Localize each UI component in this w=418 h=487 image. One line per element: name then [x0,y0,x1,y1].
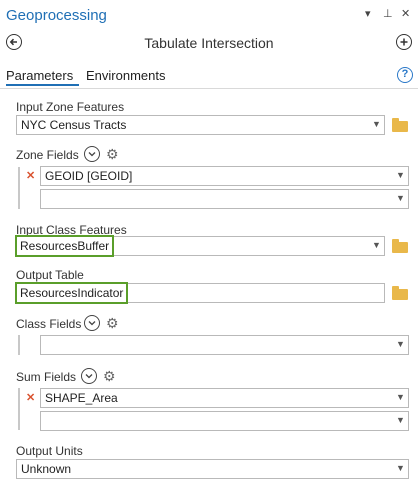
add-icon[interactable] [396,34,412,50]
remove-icon[interactable]: ✕ [26,169,35,182]
tool-title: Tabulate Intersection [144,35,274,51]
tab-active-indicator [6,84,79,86]
zone-fields-label: Zone Fields [16,148,79,162]
output-units-label: Output Units [16,444,83,458]
sum-fields-expand-icon[interactable] [81,368,97,384]
sum-field-empty-row[interactable] [40,411,409,431]
class-fields-label: Class Fields [16,317,82,331]
zone-fields-expand-icon[interactable] [84,146,100,162]
help-icon[interactable]: ? [397,67,413,83]
chevron-down-icon [85,373,93,379]
sum-field-row[interactable]: SHAPE_Area [40,388,409,408]
pane-menu-icon[interactable]: ▾ [365,7,371,20]
folder-icon[interactable] [392,118,408,132]
plus-icon [400,38,407,45]
gear-icon[interactable]: ⚙ [106,316,119,330]
input-zone-dropdown[interactable]: NYC Census Tracts [16,115,385,135]
output-units-dropdown[interactable]: Unknown [16,459,409,479]
zone-field-row[interactable]: GEOID [GEOID] [40,166,409,186]
chevron-down-icon[interactable]: ▼ [396,415,405,425]
folder-icon[interactable] [392,239,408,253]
sum-fields-label: Sum Fields [16,370,77,384]
sum-field-value: SHAPE_Area [45,391,118,405]
chevron-down-icon[interactable]: ▼ [372,119,381,129]
output-units-value: Unknown [21,462,72,476]
chevron-down-icon[interactable]: ▼ [396,392,405,402]
input-zone-label: Input Zone Features [16,100,125,114]
chevron-down-icon [88,151,96,157]
separator [0,88,418,89]
pane-title: Geoprocessing [6,7,107,24]
close-icon[interactable]: ✕ [401,7,410,20]
chevron-down-icon[interactable]: ▼ [372,240,381,250]
zone-field-value: GEOID [GEOID] [45,169,133,183]
class-fields-expand-icon[interactable] [84,315,100,331]
gear-icon[interactable]: ⚙ [103,369,116,383]
pin-icon[interactable]: ⊥ [383,7,393,20]
chevron-down-icon[interactable]: ▼ [396,170,405,180]
chevron-down-icon[interactable]: ▼ [396,463,405,473]
output-table-value: ResourcesIndicator [20,286,124,300]
tab-parameters[interactable]: Parameters [6,68,73,83]
class-field-empty-row[interactable] [40,335,409,355]
zone-field-empty-row[interactable] [40,189,409,209]
list-bar [18,335,20,355]
gear-icon[interactable]: ⚙ [106,147,119,161]
input-class-value: ResourcesBuffer [20,239,110,253]
folder-icon[interactable] [392,286,408,300]
remove-icon[interactable]: ✕ [26,391,35,404]
tab-environments[interactable]: Environments [86,68,165,83]
chevron-down-icon[interactable]: ▼ [396,193,405,203]
list-bar [18,388,20,430]
chevron-down-icon [88,320,96,326]
list-bar [18,167,20,209]
input-zone-value: NYC Census Tracts [21,118,127,132]
output-table-label: Output Table [16,268,84,282]
chevron-down-icon[interactable]: ▼ [396,339,405,349]
